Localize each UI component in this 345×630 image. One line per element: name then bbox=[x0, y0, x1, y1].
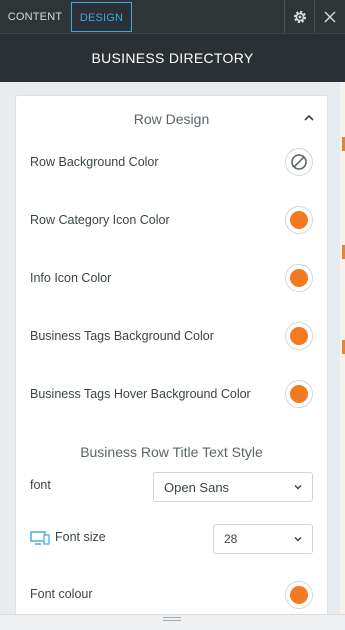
font-colour-swatch[interactable] bbox=[285, 581, 313, 609]
font-size-select-value: 28 bbox=[224, 532, 238, 546]
section-title-text-style: Business Row Title Text Style bbox=[80, 444, 263, 460]
business-tags-background-color-label: Business Tags Background Color bbox=[30, 329, 214, 343]
info-icon-color-swatch[interactable] bbox=[285, 264, 313, 292]
close-button[interactable] bbox=[314, 0, 344, 33]
no-color-icon bbox=[291, 154, 307, 170]
top-tab-bar: CONTENT DESIGN bbox=[0, 0, 345, 33]
settings-button[interactable] bbox=[284, 0, 314, 33]
tab-content[interactable]: CONTENT bbox=[0, 2, 70, 32]
drag-handle-icon[interactable] bbox=[162, 616, 182, 622]
color-dot bbox=[290, 385, 308, 403]
business-tags-background-color-swatch[interactable] bbox=[285, 322, 313, 350]
row-category-icon-color-label: Row Category Icon Color bbox=[30, 213, 170, 227]
desktop-icon[interactable] bbox=[30, 531, 50, 545]
row-background-color-label: Row Background Color bbox=[30, 155, 159, 169]
row-category-icon-color-swatch[interactable] bbox=[285, 206, 313, 234]
font-size-select[interactable]: 28 bbox=[213, 524, 313, 554]
color-dot bbox=[290, 211, 308, 229]
row-background-color-swatch[interactable] bbox=[285, 148, 313, 176]
chevron-down-icon bbox=[294, 536, 302, 542]
font-select-value: Open Sans bbox=[164, 479, 230, 495]
color-dot bbox=[290, 269, 308, 287]
color-dot bbox=[290, 586, 308, 604]
font-size-label: Font size bbox=[55, 530, 106, 544]
panel-title: BUSINESS DIRECTORY bbox=[91, 50, 254, 66]
tab-design[interactable]: DESIGN bbox=[71, 2, 132, 32]
color-dot bbox=[290, 327, 308, 345]
info-icon-color-label: Info Icon Color bbox=[30, 271, 112, 285]
chevron-up-icon[interactable] bbox=[303, 113, 315, 123]
section-title-row-design: Row Design bbox=[133, 111, 210, 127]
gear-icon bbox=[293, 10, 306, 23]
business-tags-hover-background-color-label: Business Tags Hover Background Color bbox=[30, 387, 251, 401]
font-select[interactable]: Open Sans bbox=[153, 472, 313, 502]
font-label: font bbox=[30, 478, 51, 492]
font-colour-label: Font colour bbox=[30, 587, 93, 601]
chevron-down-icon bbox=[294, 484, 302, 490]
business-tags-hover-background-color-swatch[interactable] bbox=[285, 380, 313, 408]
close-icon bbox=[324, 11, 335, 22]
panel-header: BUSINESS DIRECTORY bbox=[0, 33, 345, 82]
